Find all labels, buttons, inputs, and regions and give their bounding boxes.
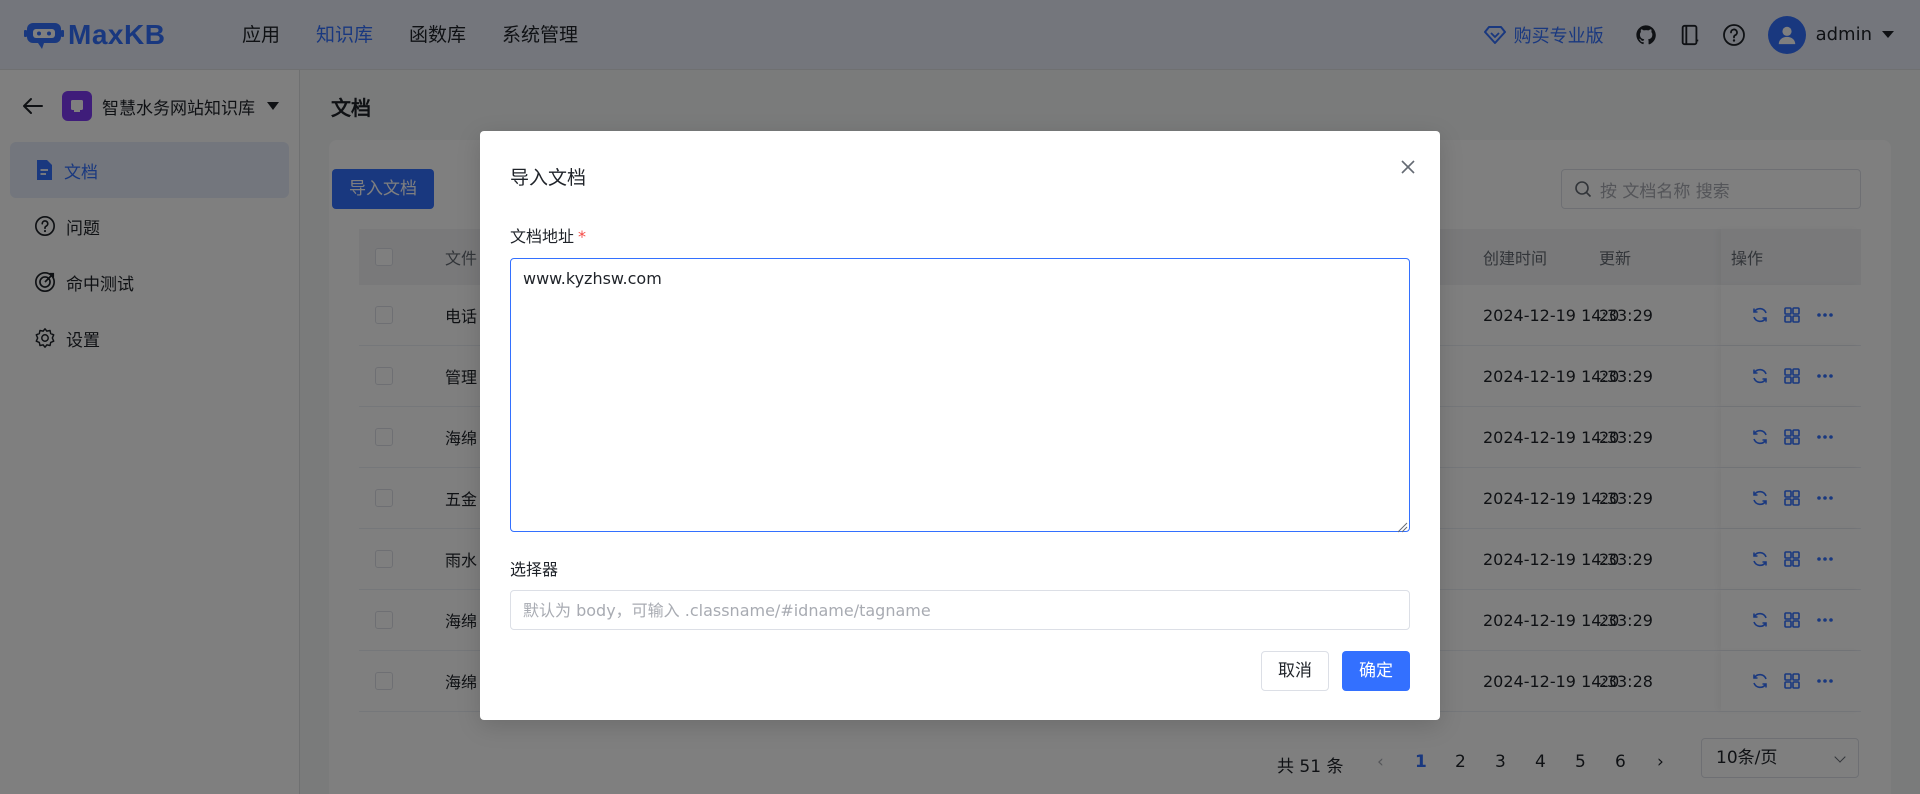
import-document-dialog: 导入文档 文档地址* 选择器 取消 确定 [480,131,1440,720]
selector-input[interactable] [510,590,1410,630]
url-label-text: 文档地址 [510,227,575,246]
url-label: 文档地址 * [510,223,586,247]
required-mark: * [578,227,587,246]
document-url-textarea[interactable] [510,258,1410,532]
close-icon[interactable] [1398,157,1418,177]
cancel-button[interactable]: 取消 [1261,651,1329,691]
selector-label: 选择器 [510,560,559,579]
confirm-button[interactable]: 确定 [1342,651,1410,691]
dialog-title: 导入文档 [510,167,587,189]
resize-handle-icon[interactable] [1396,518,1408,533]
